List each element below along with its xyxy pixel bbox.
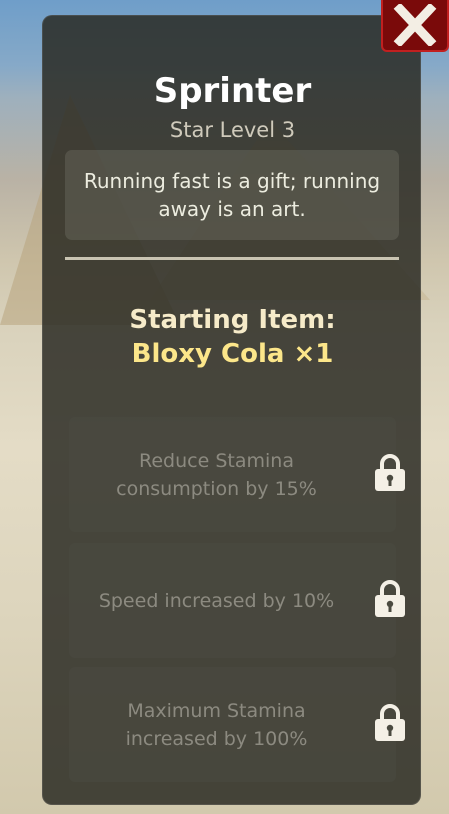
star-level-label: Star Level 3 <box>169 118 296 142</box>
starting-item-label: Starting Item: <box>129 305 336 335</box>
character-info-panel: Sprinter Star Level 3 Running fast is a … <box>42 15 421 805</box>
lock-icon <box>375 704 405 741</box>
starting-item-value: Bloxy Cola ×1 <box>131 339 334 369</box>
perk-card[interactable]: Maximum Stamina increased by 100% <box>69 667 405 782</box>
perk-description: Maximum Stamina increased by 100% <box>125 699 308 750</box>
perk-description: Reduce Stamina consumption by 15% <box>116 449 317 500</box>
perk-description: Speed increased by 10% <box>98 589 335 612</box>
divider <box>65 257 399 260</box>
character-title: Sprinter <box>153 71 312 111</box>
character-quote: Running fast is a gift; running away is … <box>65 150 399 240</box>
close-x-icon <box>393 4 437 46</box>
lock-icon <box>375 454 405 491</box>
perk-card[interactable]: Reduce Stamina consumption by 15% <box>69 417 405 532</box>
lock-icon <box>375 580 405 617</box>
perk-card[interactable]: Speed increased by 10% <box>69 543 405 658</box>
close-button[interactable] <box>381 0 449 52</box>
